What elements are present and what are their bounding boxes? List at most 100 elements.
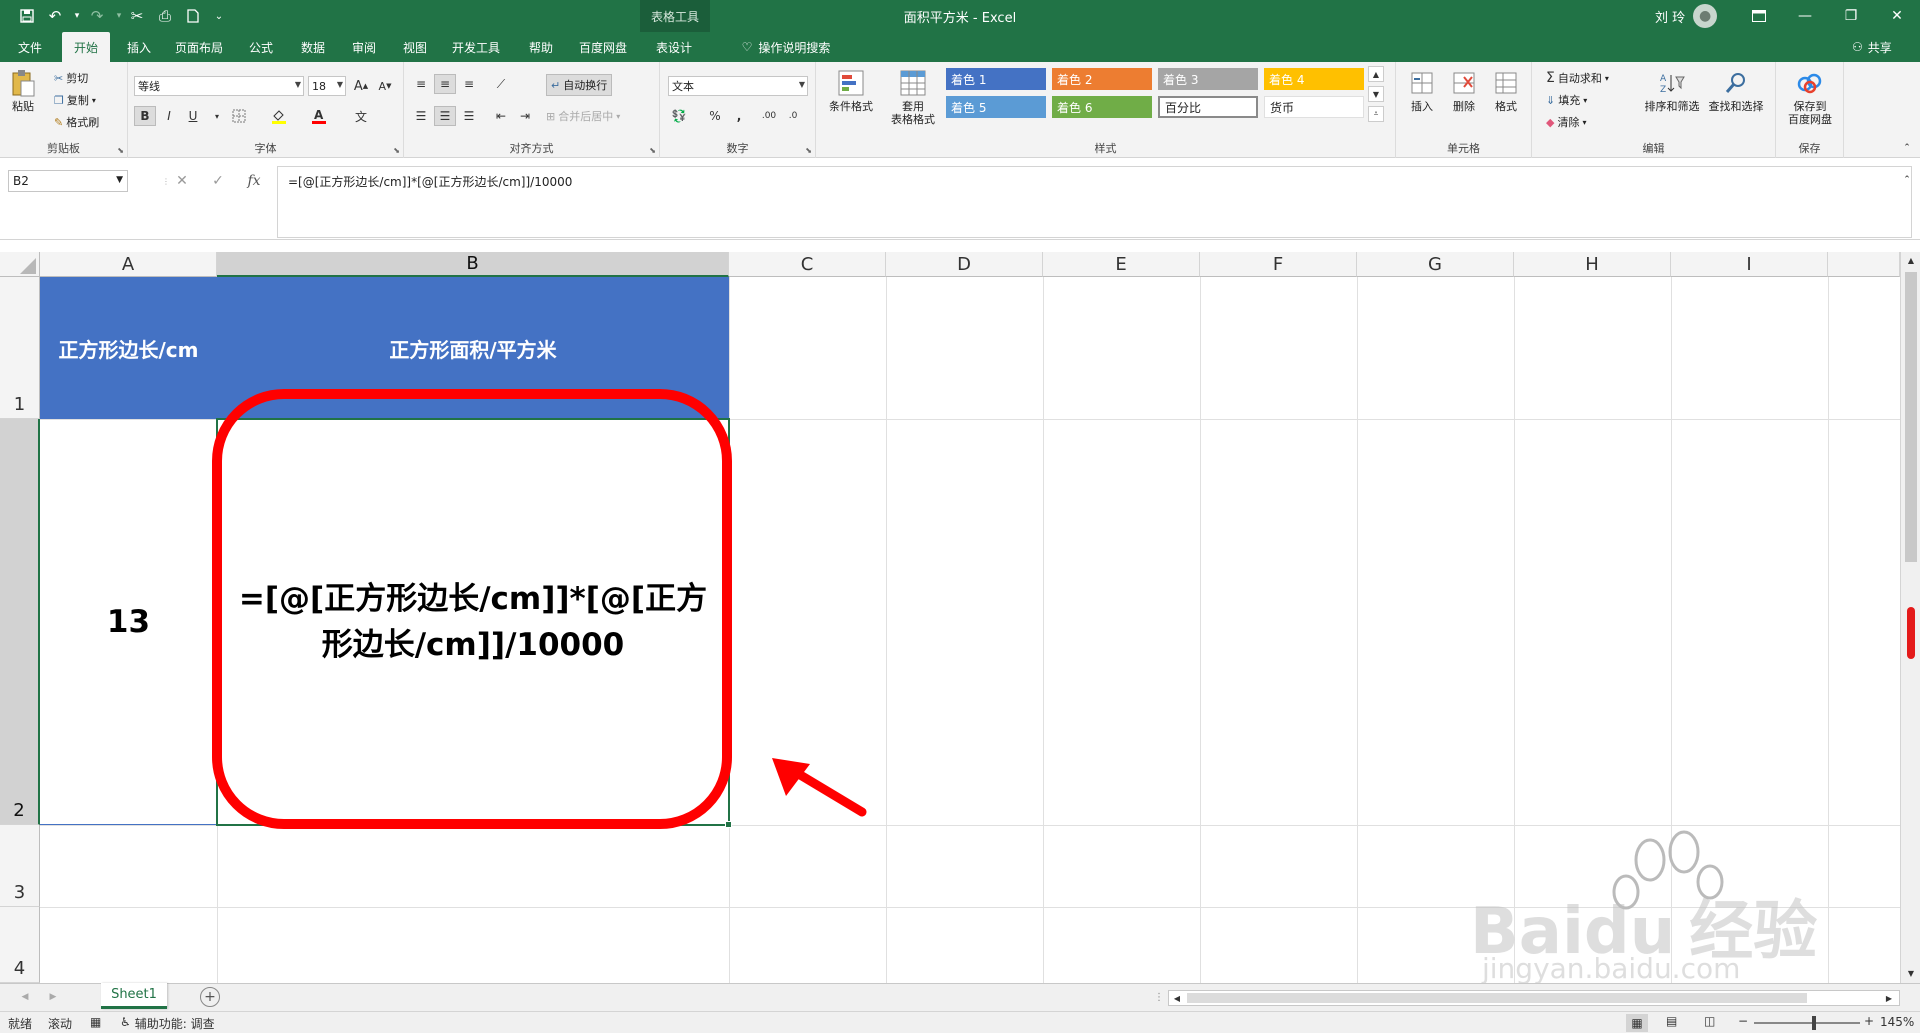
align-right-icon[interactable]: ☰ xyxy=(458,106,480,126)
cell-style-3[interactable]: 着色 3 xyxy=(1158,68,1258,90)
accounting-format-icon[interactable]: 💱 xyxy=(668,106,690,126)
align-bottom-icon[interactable]: ≡ xyxy=(458,74,480,94)
tab-review[interactable]: 审阅 xyxy=(342,32,386,62)
cut-button[interactable]: ✂ 剪切 xyxy=(54,70,88,86)
percent-style-button[interactable]: % xyxy=(704,106,726,126)
share-button[interactable]: ⚇ 共享 xyxy=(1852,32,1892,62)
insert-function-icon[interactable]: fx xyxy=(240,170,268,192)
page-break-view-icon[interactable]: ◫ xyxy=(1704,1014,1715,1028)
column-header-b[interactable]: B xyxy=(217,252,729,277)
cut-icon[interactable]: ✂ xyxy=(124,4,150,28)
scroll-left-icon[interactable]: ◀ xyxy=(1169,988,1185,1008)
merge-center-button[interactable]: ⊞ 合并后居中 ▾ xyxy=(546,108,620,124)
zoom-in-icon[interactable]: + xyxy=(1864,1014,1874,1028)
tab-home[interactable]: 开始 xyxy=(62,32,110,62)
horizontal-scrollbar[interactable]: ◀ ▶ xyxy=(1168,990,1900,1006)
font-name-combo[interactable]: 等线 ▼ xyxy=(134,76,304,96)
font-color-icon[interactable]: A xyxy=(308,106,330,126)
column-header-h[interactable]: H xyxy=(1514,252,1671,277)
vertical-scrollbar[interactable]: ▲ ▼ xyxy=(1900,252,1920,983)
align-left-icon[interactable]: ☰ xyxy=(410,106,432,126)
column-header-c[interactable]: C xyxy=(729,252,886,277)
dialog-launcher-icon[interactable]: ⬊ xyxy=(393,146,400,155)
format-painter-button[interactable]: ✎ 格式刷 xyxy=(54,114,99,130)
gallery-up-icon[interactable]: ▲ xyxy=(1368,66,1384,82)
decrease-decimal-icon[interactable]: .0 xyxy=(782,106,804,126)
tab-developer[interactable]: 开发工具 xyxy=(444,32,508,62)
row-header-2[interactable]: 2 xyxy=(0,419,40,825)
cell-style-4[interactable]: 着色 4 xyxy=(1264,68,1364,90)
fill-button[interactable]: ⇓ 填充 ▾ xyxy=(1546,92,1587,108)
comma-style-button[interactable]: , xyxy=(728,106,750,126)
column-header-d[interactable]: D xyxy=(886,252,1043,277)
sheet-tab-sheet1[interactable]: Sheet1 xyxy=(101,983,167,1009)
zoom-slider[interactable] xyxy=(1754,1016,1860,1030)
align-center-icon[interactable]: ☰ xyxy=(434,106,456,126)
column-header-f[interactable]: F xyxy=(1200,252,1357,277)
borders-icon[interactable] xyxy=(228,106,250,126)
delete-cells-button[interactable]: 删除 xyxy=(1446,68,1482,113)
increase-indent-icon[interactable]: ⇥ xyxy=(514,106,536,126)
tab-data[interactable]: 数据 xyxy=(290,32,336,62)
close-icon[interactable]: ✕ xyxy=(1874,0,1920,32)
cell-style-5[interactable]: 着色 5 xyxy=(946,96,1046,118)
row-header-1[interactable]: 1 xyxy=(0,277,40,419)
scroll-up-icon[interactable]: ▲ xyxy=(1901,252,1920,268)
sort-filter-button[interactable]: AZ 排序和筛选 xyxy=(1640,68,1704,113)
decrease-font-icon[interactable]: A ▼ xyxy=(374,76,396,96)
avatar[interactable]: ● xyxy=(1693,4,1718,28)
increase-font-icon[interactable]: A ▲ xyxy=(350,76,372,96)
chevron-down-icon[interactable]: ▾ xyxy=(206,106,228,126)
save-icon[interactable] xyxy=(14,4,40,28)
tab-file[interactable]: 文件 xyxy=(8,32,52,62)
bold-button[interactable]: B xyxy=(134,106,156,126)
new-icon[interactable] xyxy=(180,4,206,28)
name-box[interactable]: B2 ▼ xyxy=(8,170,128,192)
column-header-e[interactable]: E xyxy=(1043,252,1200,277)
ribbon-display-options-icon[interactable] xyxy=(1736,0,1782,32)
zoom-slider-thumb[interactable] xyxy=(1812,1016,1816,1030)
wrap-text-button[interactable]: ↵ 自动换行 xyxy=(546,74,613,96)
next-sheet-icon[interactable]: ▶ xyxy=(42,987,64,1007)
underline-button[interactable]: U xyxy=(182,106,204,126)
select-all-corner[interactable] xyxy=(0,252,40,277)
font-size-combo[interactable]: 18 ▼ xyxy=(308,76,346,96)
zoom-out-icon[interactable]: − xyxy=(1738,1014,1748,1028)
copy-button[interactable]: ❐ 复制 ▾ xyxy=(54,92,96,108)
formula-input[interactable]: =[@[正方形边长/cm]]*[@[正方形边长/cm]]/10000 xyxy=(277,166,1912,238)
dialog-launcher-icon[interactable]: ⬊ xyxy=(649,146,656,155)
tab-view[interactable]: 视图 xyxy=(393,32,437,62)
paste-button[interactable]: 粘贴 xyxy=(8,68,38,113)
cell-style-1[interactable]: 着色 1 xyxy=(946,68,1046,90)
minimize-icon[interactable]: — xyxy=(1782,0,1828,32)
tab-page-layout[interactable]: 页面布局 xyxy=(168,32,230,62)
tell-me-search[interactable]: ♡ 操作说明搜索 xyxy=(716,32,856,62)
tab-help[interactable]: 帮助 xyxy=(514,32,568,62)
align-middle-icon[interactable]: ≡ xyxy=(434,74,456,94)
split-handle-icon[interactable]: ⋮ xyxy=(1148,987,1170,1007)
cell-style-8[interactable]: 货币 xyxy=(1264,96,1364,118)
tab-baidu-netdisk[interactable]: 百度网盘 xyxy=(570,32,636,62)
macro-record-icon[interactable]: ▦ xyxy=(90,1015,101,1029)
find-select-button[interactable]: 查找和选择 xyxy=(1704,68,1768,113)
scroll-down-icon[interactable]: ▼ xyxy=(1901,965,1920,981)
scrollbar-thumb[interactable] xyxy=(1905,272,1917,562)
number-format-combo[interactable]: 文本 ▼ xyxy=(668,76,808,96)
prev-sheet-icon[interactable]: ◀ xyxy=(14,987,36,1007)
cell-style-7[interactable]: 百分比 xyxy=(1158,96,1258,118)
cell-style-2[interactable]: 着色 2 xyxy=(1052,68,1152,90)
zoom-level[interactable]: 145% xyxy=(1880,1015,1914,1029)
column-header-j[interactable] xyxy=(1828,252,1900,277)
tab-table-design[interactable]: 表设计 xyxy=(642,32,706,62)
print-preview-icon[interactable]: ⎙ xyxy=(152,4,178,28)
account-area[interactable]: 刘 玲 ● xyxy=(1655,0,1718,32)
customize-qat-icon[interactable]: ⌄ xyxy=(206,4,232,28)
save-to-netdisk-button[interactable]: 保存到 百度网盘 xyxy=(1782,68,1838,126)
cell-style-6[interactable]: 着色 6 xyxy=(1052,96,1152,118)
decrease-indent-icon[interactable]: ⇤ xyxy=(490,106,512,126)
phonetic-guide-icon[interactable]: 文 xyxy=(350,106,372,126)
tab-formulas[interactable]: 公式 xyxy=(238,32,284,62)
column-header-g[interactable]: G xyxy=(1357,252,1514,277)
italic-button[interactable]: I xyxy=(158,106,180,126)
column-header-i[interactable]: I xyxy=(1671,252,1828,277)
